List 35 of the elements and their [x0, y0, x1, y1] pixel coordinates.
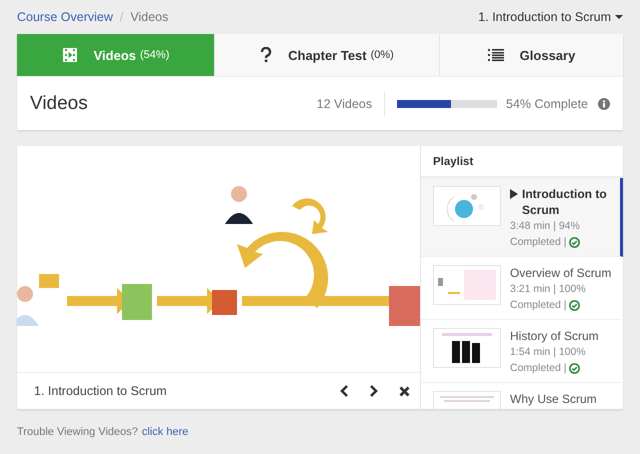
breadcrumb-current: Videos [130, 10, 168, 24]
breadcrumb-separator: / [120, 10, 124, 24]
video-duration: 3:21 min | 100% [510, 282, 587, 297]
tab[interactable]: Glossary [440, 34, 623, 76]
progress-reading: 54% Complete [506, 96, 588, 110]
completion-status: Completed | [510, 361, 566, 376]
playlist-item[interactable]: History of Scrum 1:54 min | 100% Completed | [421, 320, 623, 383]
playlist-item[interactable]: Introduction to Scrum 3:48 min | 94% Completed | [421, 178, 623, 257]
help-text: Trouble Viewing Videos? [17, 426, 138, 438]
completion-status: Completed | [510, 235, 566, 250]
list-icon [488, 48, 504, 62]
video-count: 12 Videos [316, 96, 372, 110]
video-title: Introduction to Scrum [522, 186, 608, 218]
previous-icon[interactable] [339, 385, 349, 397]
next-icon[interactable] [369, 385, 379, 397]
play-icon [510, 189, 518, 199]
question-icon [260, 47, 272, 63]
film-icon [62, 47, 78, 63]
breadcrumb-link[interactable]: Course Overview [17, 10, 113, 24]
section-title: Videos [30, 92, 88, 114]
tab[interactable]: Chapter Test (0%) [215, 34, 440, 76]
completion-status: Completed | [510, 298, 566, 313]
playlist-item[interactable]: Overview of Scrum 3:21 min | 100% Completed | [421, 257, 623, 320]
close-icon[interactable] [399, 386, 410, 396]
help-link[interactable]: click here [142, 426, 188, 438]
video-duration: 3:48 min | 94% [510, 219, 581, 234]
video-caption: 1. Introduction to Scrum [34, 384, 167, 398]
video-duration: 1:54 min | 100% [510, 345, 587, 360]
playlist-item[interactable]: Why Use Scrum [421, 383, 623, 409]
caret-icon [615, 14, 623, 20]
chapter-dropdown[interactable]: 1. Introduction to Scrum [478, 10, 623, 24]
video-title: History of Scrum [510, 328, 599, 344]
info-icon[interactable] [598, 98, 610, 110]
video-title: Overview of Scrum [510, 265, 612, 281]
video-title: Why Use Scrum [510, 391, 597, 407]
